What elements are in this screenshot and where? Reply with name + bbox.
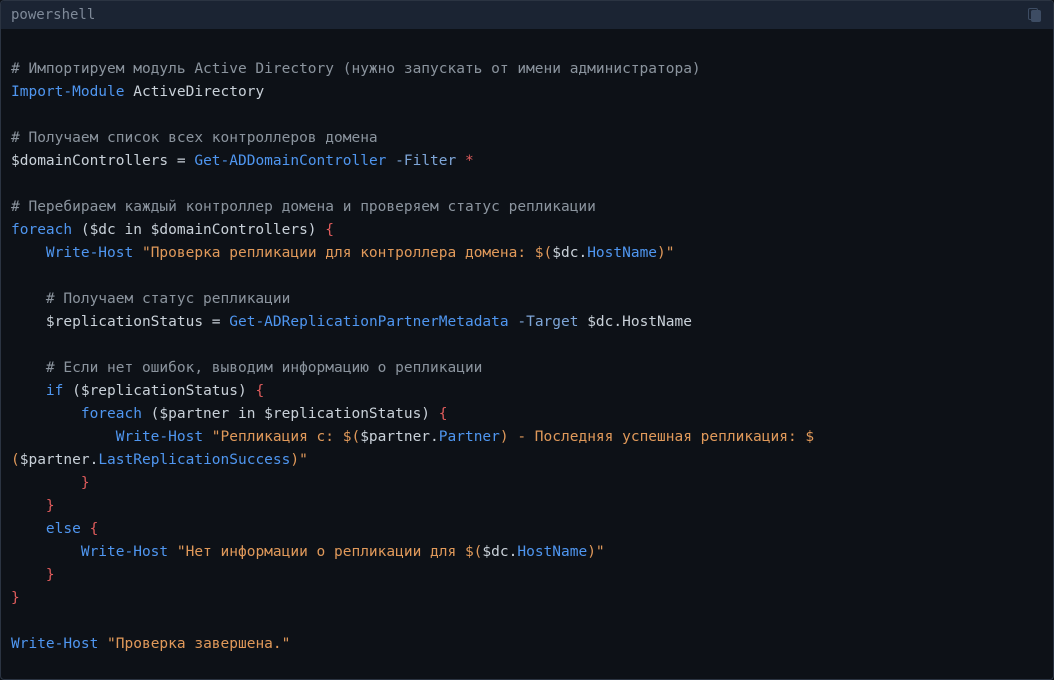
dot: .	[430, 429, 439, 445]
code-line: # Получаем статус репликации	[11, 288, 1053, 311]
variable: $partner	[19, 452, 90, 468]
parameter: -Filter	[386, 153, 457, 169]
code-line: $replicationStatus = Get-ADReplicationPa…	[11, 311, 1053, 334]
code-line: Write-Host "Репликация с: $($partner.Par…	[11, 426, 1053, 449]
property: HostName	[587, 245, 658, 261]
code-line: foreach ($partner in $replicationStatus)…	[11, 403, 1053, 426]
property: Partner	[438, 429, 500, 445]
code-line: # Перебираем каждый контроллер домена и …	[11, 196, 1053, 219]
code-line: ($partner.LastReplicationSuccess)"	[11, 449, 1053, 472]
keyword: foreach	[11, 406, 142, 422]
code-block: powershell # Импортируем модуль Active D…	[0, 0, 1054, 680]
brace: }	[11, 567, 55, 583]
variable: $dc	[482, 544, 509, 560]
wildcard: *	[456, 153, 474, 169]
argument: $dc.HostName	[578, 314, 692, 330]
keyword: else	[11, 521, 81, 537]
brace: }	[11, 590, 20, 606]
code-line: }	[11, 587, 1053, 610]
code-line: $domainControllers = Get-ADDomainControl…	[11, 150, 1053, 173]
code-line: }	[11, 472, 1053, 495]
code-line: Write-Host "Нет информации о репликации …	[11, 541, 1053, 564]
brace: {	[89, 521, 99, 537]
string: )"	[657, 245, 675, 261]
code-line: }	[11, 564, 1053, 587]
expression: ($dc in $domainControllers)	[72, 222, 326, 238]
code-line: }	[11, 495, 1053, 518]
code-line: foreach ($dc in $domainControllers) {	[11, 219, 1053, 242]
cmdlet: Import-Module	[11, 84, 125, 100]
variable: $partner	[360, 429, 431, 445]
operator: =	[203, 314, 230, 330]
property: LastReplicationSuccess	[98, 452, 291, 468]
copy-icon-front	[1031, 10, 1041, 22]
keyword: if	[11, 383, 64, 399]
code-line: if ($replicationStatus) {	[11, 380, 1053, 403]
variable: $domainControllers	[11, 153, 169, 169]
code-line: else {	[11, 518, 1053, 541]
copy-icon[interactable]	[1027, 7, 1043, 23]
cmdlet: Write-Host	[11, 636, 99, 652]
string: "Репликация с: $(	[203, 429, 361, 445]
language-label: powershell	[11, 7, 96, 23]
code-header: powershell	[1, 1, 1053, 29]
brace: }	[11, 498, 55, 514]
code-line: Import-Module ActiveDirectory	[11, 81, 1053, 104]
string: "Проверка завершена."	[98, 636, 291, 652]
dot: .	[89, 452, 99, 468]
code-line: # Получаем список всех контроллеров доме…	[11, 127, 1053, 150]
comment: # Перебираем каждый контроллер домена и …	[11, 199, 596, 215]
comment: # Импортируем модуль Active Directory (н…	[11, 61, 701, 77]
cmdlet: Write-Host	[11, 429, 204, 445]
expression: ($replicationStatus)	[63, 383, 256, 399]
comment: # Получаем статус репликации	[11, 291, 291, 307]
cmdlet: Write-Host	[11, 544, 169, 560]
dot: .	[578, 245, 588, 261]
string: ) - Последняя успешная репликация: $	[499, 429, 815, 445]
brace: }	[11, 475, 90, 491]
property: HostName	[517, 544, 588, 560]
argument: ActiveDirectory	[124, 84, 265, 100]
string: (	[11, 452, 20, 468]
keyword: foreach	[11, 222, 73, 238]
comment: # Если нет ошибок, выводим информацию о …	[11, 360, 483, 376]
cmdlet: Write-Host	[45, 245, 134, 261]
brace: {	[438, 406, 448, 422]
variable: $dc	[552, 245, 579, 261]
string: "Нет информации о репликации для $(	[168, 544, 483, 560]
comment: # Получаем список всех контроллеров доме…	[11, 130, 378, 146]
brace: {	[325, 222, 335, 238]
code-line: Write-Host "Проверка завершена."	[11, 633, 1053, 656]
code-line: # Если нет ошибок, выводим информацию о …	[11, 357, 1053, 380]
code-content[interactable]: # Импортируем модуль Active Directory (н…	[1, 29, 1053, 656]
expression: ($partner in $replicationStatus)	[141, 406, 439, 422]
operator: =	[168, 153, 195, 169]
variable: $replicationStatus	[11, 314, 204, 330]
brace: {	[255, 383, 265, 399]
cmdlet: Get-ADDomainController	[194, 153, 387, 169]
cmdlet: Get-ADReplicationPartnerMetadata	[229, 314, 509, 330]
string: )"	[587, 544, 605, 560]
code-line: # Импортируем модуль Active Directory (н…	[11, 58, 1053, 81]
code-line: Write-Host "Проверка репликации для конт…	[11, 242, 1053, 265]
string: "Проверка репликации для контроллера дом…	[133, 245, 553, 261]
parameter: -Target	[508, 314, 579, 330]
string: )"	[290, 452, 308, 468]
